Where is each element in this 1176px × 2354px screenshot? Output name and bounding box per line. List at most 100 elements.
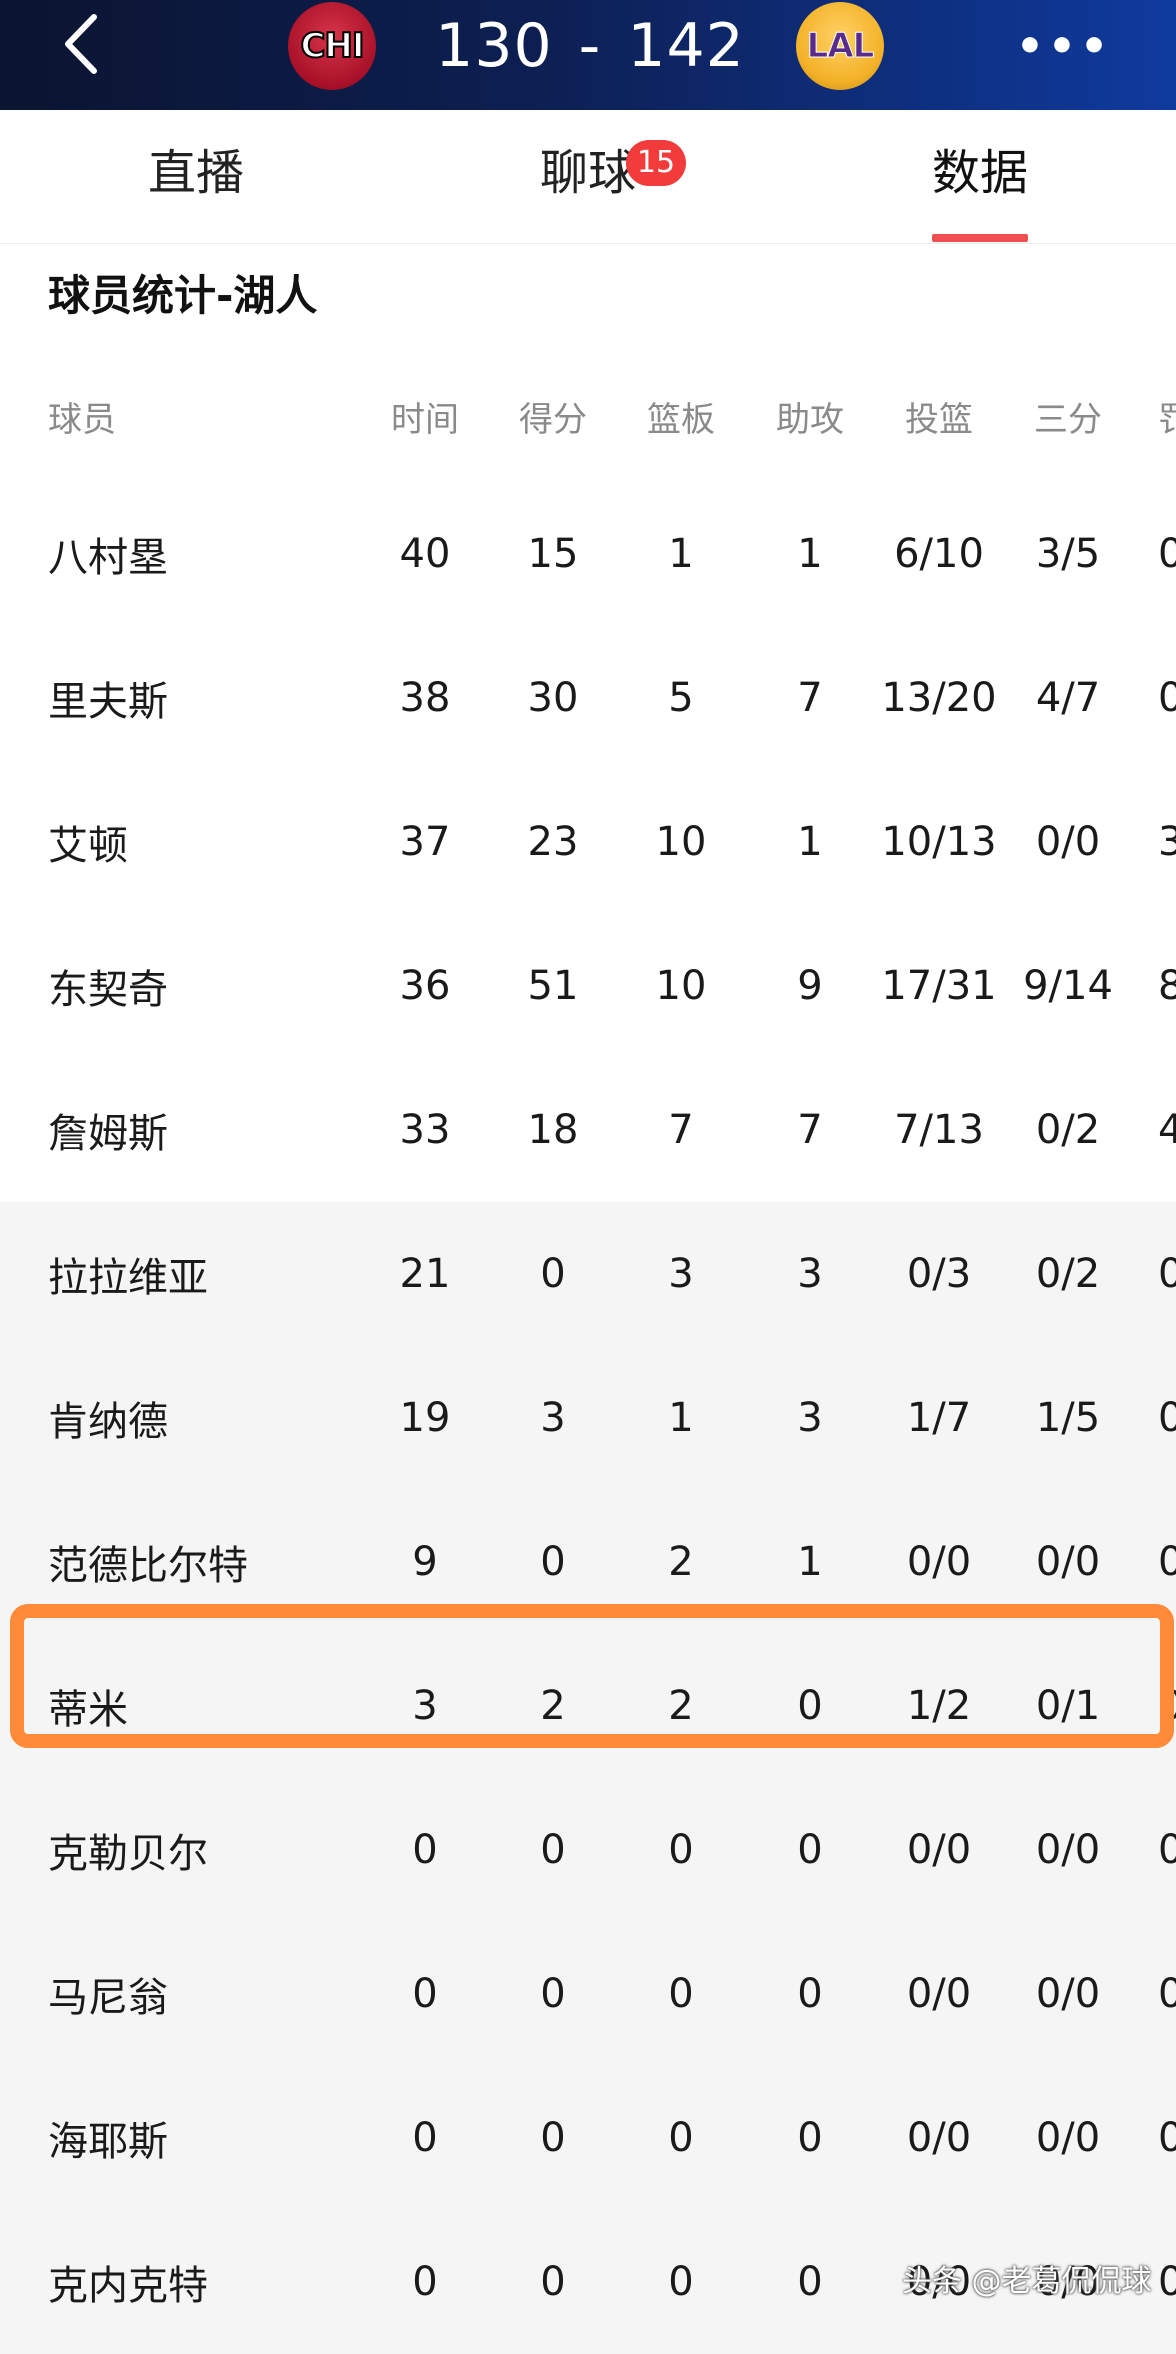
cell-field-goals: 7/13 <box>894 1107 984 1153</box>
cell-assists: 1 <box>797 819 823 865</box>
col-header-three-pointers[interactable]: 三分 <box>1008 350 1128 482</box>
cell-rebounds: 2 <box>668 1539 694 1585</box>
table-row[interactable]: 蒂米 3 2 2 0 1/2 0/1 0 <box>0 1634 1176 1778</box>
col-header-assists[interactable]: 助攻 <box>757 350 863 482</box>
cell-rebounds: 5 <box>668 675 694 721</box>
cell-points: 51 <box>527 963 579 1009</box>
table-row[interactable]: 东契奇 36 51 10 9 17/31 9/14 8 <box>0 914 1176 1058</box>
tab-bar: 直播 聊球 15 数据 <box>0 110 1176 244</box>
col-header-points[interactable]: 得分 <box>500 350 606 482</box>
cell-free-throws: 0 <box>1158 1827 1176 1873</box>
active-tab-indicator <box>932 234 1028 242</box>
cell-player-name[interactable]: 里夫斯 <box>48 626 168 770</box>
cell-field-goals: 17/31 <box>881 963 997 1009</box>
cell-points: 0 <box>540 1251 566 1297</box>
cell-three-pointers: 0/0 <box>1035 2115 1101 2161</box>
cell-rebounds: 0 <box>668 2259 694 2305</box>
table-row[interactable]: 八村塁 40 15 1 1 6/10 3/5 0 <box>0 482 1176 626</box>
cell-rebounds: 3 <box>668 1251 694 1297</box>
cell-player-name[interactable]: 艾顿 <box>48 770 128 914</box>
cell-assists: 1 <box>797 531 823 577</box>
cell-player-name[interactable]: 肯纳德 <box>48 1346 168 1490</box>
cell-free-throws: 3 <box>1158 819 1176 865</box>
table-row[interactable]: 肯纳德 19 3 1 3 1/7 1/5 0 <box>0 1346 1176 1490</box>
cell-minutes: 38 <box>399 675 451 721</box>
cell-rebounds: 10 <box>655 819 707 865</box>
table-row[interactable]: 克勒贝尔 0 0 0 0 0/0 0/0 0 <box>0 1778 1176 1922</box>
cell-player-name[interactable]: 克勒贝尔 <box>48 1778 208 1922</box>
cell-player-name[interactable]: 詹姆斯 <box>48 1058 168 1202</box>
cell-minutes: 0 <box>412 2259 438 2305</box>
score-separator: - <box>578 11 602 81</box>
away-score: 142 <box>627 11 745 81</box>
col-header-player[interactable]: 球员 <box>48 350 116 482</box>
tab-chat[interactable]: 聊球 <box>540 140 636 206</box>
cell-player-name[interactable]: 马尼翁 <box>48 1922 168 2066</box>
cell-rebounds: 1 <box>668 1395 694 1441</box>
cell-free-throws: 8 <box>1158 963 1176 1009</box>
cell-free-throws: 0 <box>1158 2259 1176 2305</box>
cell-player-name[interactable]: 东契奇 <box>48 914 168 1058</box>
cell-player-name[interactable]: 蒂米 <box>48 1634 128 1778</box>
col-header-rebounds[interactable]: 篮板 <box>628 350 734 482</box>
cell-player-name[interactable]: 八村塁 <box>48 482 168 626</box>
cell-player-name[interactable]: 克内克特 <box>48 2210 208 2354</box>
cell-player-name[interactable]: 拉拉维亚 <box>48 1202 208 1346</box>
cell-free-throws: 0 <box>1158 675 1176 721</box>
cell-rebounds: 0 <box>668 1971 694 2017</box>
home-team-logo[interactable]: CHI <box>288 2 376 90</box>
cell-assists: 0 <box>797 1971 823 2017</box>
table-row[interactable]: 范德比尔特 9 0 2 1 0/0 0/0 0 <box>0 1490 1176 1634</box>
table-body: 八村塁 40 15 1 1 6/10 3/5 0 里夫斯 38 30 5 7 13/20 4/7 0 艾顿 37 2… <box>0 482 1176 2354</box>
cell-player-name[interactable]: 范德比尔特 <box>48 1490 248 1634</box>
more-options-button[interactable]: ••• <box>1016 20 1108 72</box>
cell-assists: 7 <box>797 675 823 721</box>
table-row[interactable]: 詹姆斯 33 18 7 7 7/13 0/2 4 <box>0 1058 1176 1202</box>
cell-free-throws: 0 <box>1158 1539 1176 1585</box>
table-row[interactable]: 马尼翁 0 0 0 0 0/0 0/0 0 <box>0 1922 1176 2066</box>
cell-assists: 0 <box>797 1683 823 1729</box>
cell-assists: 0 <box>797 2259 823 2305</box>
col-header-free-throws[interactable]: 罚 <box>1158 350 1176 482</box>
cell-three-pointers: 0/0 <box>1035 1539 1101 1585</box>
table-row[interactable]: 拉拉维亚 21 0 3 3 0/3 0/2 0 <box>0 1202 1176 1346</box>
cell-three-pointers: 3/5 <box>1035 531 1101 577</box>
tab-stats[interactable]: 数据 <box>932 140 1028 206</box>
cell-minutes: 0 <box>412 2115 438 2161</box>
cell-free-throws: 0 <box>1158 1971 1176 2017</box>
cell-points: 0 <box>540 2115 566 2161</box>
cell-rebounds: 0 <box>668 2115 694 2161</box>
back-button[interactable] <box>50 8 110 80</box>
cell-minutes: 0 <box>412 1827 438 1873</box>
table-row[interactable]: 艾顿 37 23 10 1 10/13 0/0 3 <box>0 770 1176 914</box>
cell-minutes: 21 <box>399 1251 451 1297</box>
cell-rebounds: 1 <box>668 531 694 577</box>
cell-field-goals: 0/0 <box>906 2115 972 2161</box>
chevron-left-icon <box>65 14 97 74</box>
cell-points: 15 <box>527 531 579 577</box>
away-team-logo[interactable]: LAL <box>796 2 884 90</box>
cell-rebounds: 7 <box>668 1107 694 1153</box>
cell-points: 3 <box>540 1395 566 1441</box>
cell-rebounds: 10 <box>655 963 707 1009</box>
cell-player-name[interactable]: 海耶斯 <box>48 2066 168 2210</box>
tab-live[interactable]: 直播 <box>148 140 244 206</box>
cell-field-goals: 0/3 <box>906 1251 972 1297</box>
cell-three-pointers: 1/5 <box>1035 1395 1101 1441</box>
watermark: 头条 @老葛侃侃球 <box>902 2264 1152 2299</box>
table-row[interactable]: 海耶斯 0 0 0 0 0/0 0/0 0 <box>0 2066 1176 2210</box>
section-title: 球员统计-湖人 <box>48 271 318 320</box>
cell-points: 0 <box>540 2259 566 2305</box>
cell-minutes: 3 <box>412 1683 438 1729</box>
cell-points: 0 <box>540 1971 566 2017</box>
cell-points: 0 <box>540 1827 566 1873</box>
col-header-minutes[interactable]: 时间 <box>372 350 478 482</box>
cell-three-pointers: 0/0 <box>1035 1827 1101 1873</box>
table-row[interactable]: 里夫斯 38 30 5 7 13/20 4/7 0 <box>0 626 1176 770</box>
scoreboard: 130 - 142 <box>435 6 744 86</box>
cell-field-goals: 1/2 <box>906 1683 972 1729</box>
cell-minutes: 40 <box>399 531 451 577</box>
cell-points: 0 <box>540 1539 566 1585</box>
cell-points: 23 <box>527 819 579 865</box>
col-header-field-goals[interactable]: 投篮 <box>876 350 1002 482</box>
